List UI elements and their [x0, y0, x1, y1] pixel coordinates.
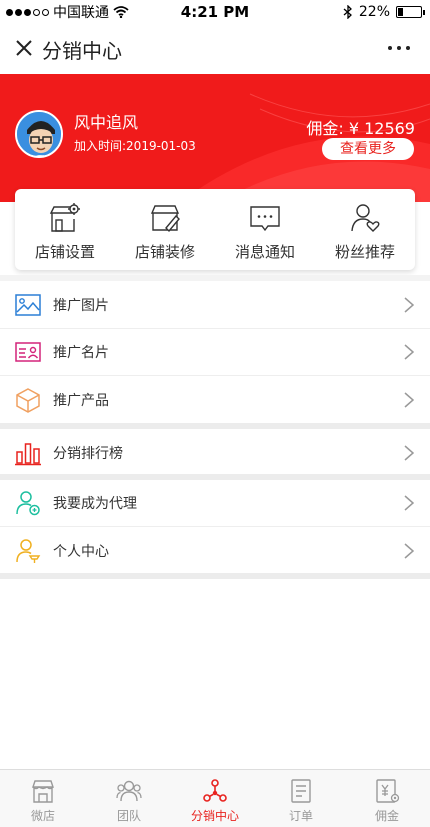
ranking-menu: 分销排行榜 — [0, 429, 430, 476]
order-icon — [291, 779, 311, 803]
status-right: 22% — [343, 4, 425, 20]
menu-label: 推广名片 — [53, 345, 109, 361]
fans-icon — [351, 204, 380, 232]
tab-label: 分销中心 — [190, 809, 239, 823]
divider — [0, 573, 430, 579]
menu-label: 推广图片 — [53, 298, 109, 314]
menu-item-promo-image[interactable]: 推广图片 — [0, 282, 430, 329]
chevron-right-icon — [404, 391, 414, 408]
image-icon — [15, 294, 41, 316]
tab-store[interactable]: 微店 — [0, 770, 86, 827]
card-icon — [15, 342, 41, 362]
tab-label: 团队 — [116, 809, 141, 823]
battery-icon — [396, 6, 425, 18]
chevron-right-icon — [404, 542, 414, 559]
shop-settings-button[interactable]: 店铺设置 — [15, 189, 115, 270]
shop-settings-icon — [49, 203, 80, 232]
menu-label: 分销排行榜 — [53, 445, 123, 462]
menu-item-become-agent[interactable]: 我要成为代理 — [0, 480, 430, 527]
shop-decorate-label: 店铺装修 — [134, 243, 195, 261]
profile-header: 风中追风 加入时间:2019-01-03 佣金: ¥ 12569 查看更多 — [0, 74, 430, 202]
account-menu: 我要成为代理 个人中心 — [0, 480, 430, 574]
tab-team[interactable]: 团队 — [86, 770, 172, 827]
message-label: 消息通知 — [234, 243, 295, 261]
commission-amount: 佣金: ¥ 12569 — [306, 119, 415, 138]
person-icon — [16, 538, 41, 563]
tab-label: 微店 — [30, 809, 55, 823]
shop-settings-label: 店铺设置 — [34, 243, 95, 261]
divider — [0, 275, 430, 281]
fans-button[interactable]: 粉丝推荐 — [315, 189, 415, 270]
shop-decorate-button[interactable]: 店铺装修 — [115, 189, 215, 270]
menu-label: 个人中心 — [53, 543, 109, 560]
battery-level — [398, 8, 403, 16]
menu-item-ranking[interactable]: 分销排行榜 — [0, 429, 430, 476]
message-button[interactable]: 消息通知 — [215, 189, 315, 270]
join-date: 加入时间:2019-01-03 — [74, 139, 196, 153]
status-bar: 中国联通 4:21 PM 22% — [0, 0, 430, 24]
team-icon — [116, 780, 142, 802]
agent-icon — [16, 491, 40, 516]
shop-actions-card: 店铺设置 店铺装修 消息通知 粉丝推荐 — [15, 189, 415, 270]
battery-percent: 22% — [358, 4, 390, 20]
menu-item-personal-center[interactable]: 个人中心 — [0, 527, 430, 574]
view-more-button[interactable]: 查看更多 — [322, 138, 414, 160]
bluetooth-icon — [343, 5, 352, 19]
more-icon[interactable] — [388, 36, 416, 60]
bottom-tab-bar: 微店 团队 分销中心 订单 佣金 — [0, 769, 430, 827]
distribution-icon — [203, 779, 227, 802]
chevron-right-icon — [404, 344, 414, 360]
tab-label: 佣金 — [374, 809, 399, 823]
product-box-icon — [16, 387, 40, 413]
store-icon — [32, 780, 54, 803]
tab-orders[interactable]: 订单 — [258, 770, 344, 827]
menu-item-promo-card[interactable]: 推广名片 — [0, 329, 430, 376]
chevron-right-icon — [404, 444, 414, 461]
shop-decorate-icon — [150, 205, 180, 233]
chevron-right-icon — [404, 495, 414, 511]
commission-icon — [376, 779, 400, 803]
tab-label: 订单 — [288, 809, 313, 823]
avatar[interactable] — [15, 110, 63, 158]
promo-menu: 推广图片 推广名片 推广产品 — [0, 282, 430, 423]
nav-bar: 分销中心 — [0, 24, 430, 74]
tab-commission[interactable]: 佣金 — [344, 770, 430, 827]
message-icon — [250, 206, 280, 232]
menu-label: 我要成为代理 — [53, 496, 137, 512]
user-name: 风中追风 — [74, 113, 139, 132]
page-title: 分销中心 — [42, 38, 122, 63]
tab-distribution-center[interactable]: 分销中心 — [172, 770, 258, 827]
bar-chart-icon — [15, 442, 41, 465]
menu-label: 推广产品 — [53, 392, 109, 409]
close-icon[interactable] — [12, 36, 36, 60]
chevron-right-icon — [404, 297, 414, 313]
menu-item-promo-product[interactable]: 推广产品 — [0, 376, 430, 423]
fans-label: 粉丝推荐 — [334, 243, 395, 261]
